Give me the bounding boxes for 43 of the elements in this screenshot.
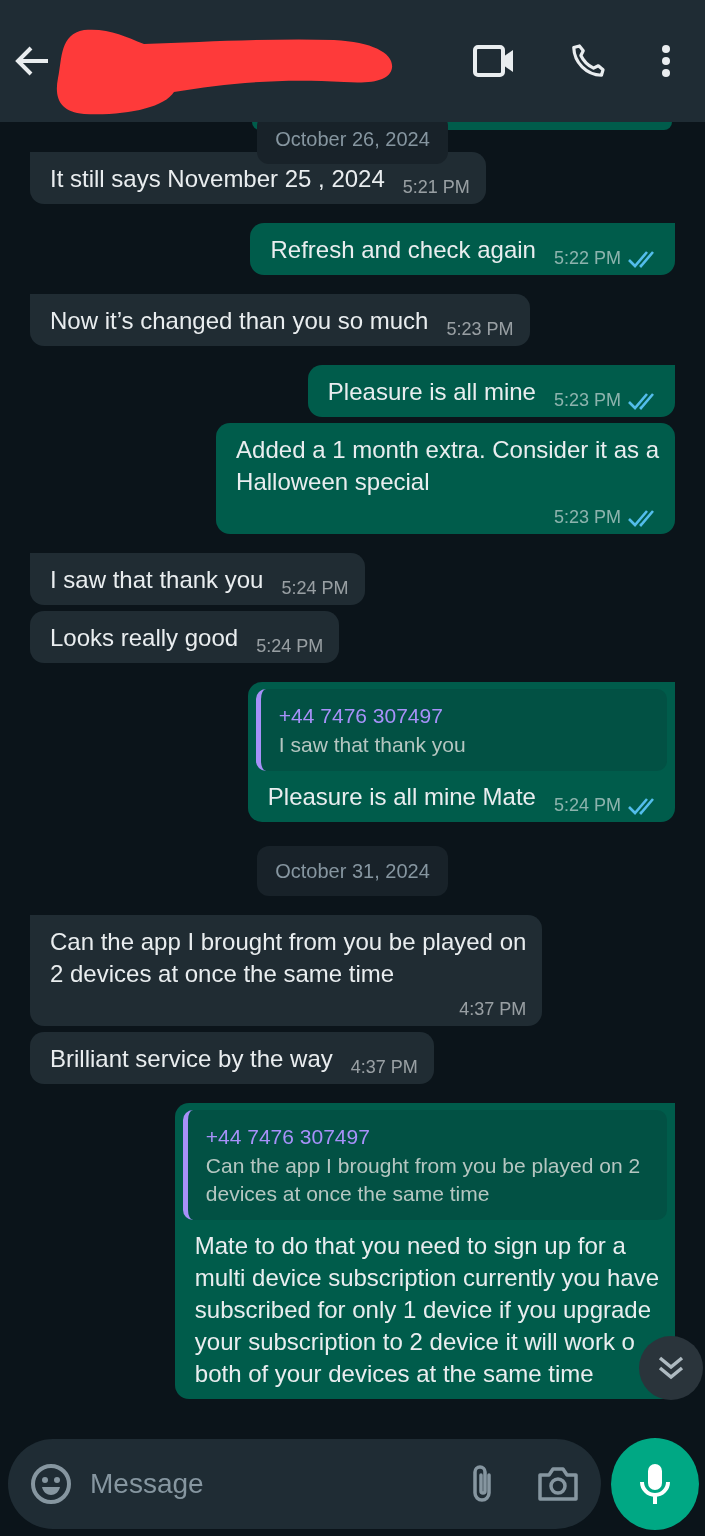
message-text: Pleasure is all mine [327,377,536,407]
menu-button[interactable] [661,44,671,78]
date-label: October 31, 2024 [257,846,448,896]
double-chevron-down-icon [657,1354,685,1382]
message-text: Added a 1 month extra. Consider it as a Halloween special [236,435,659,497]
voice-call-button[interactable] [569,42,607,80]
quote-author: +44 7476 307497 [205,1124,371,1150]
video-camera-icon [473,45,515,77]
message-time: 4:37 PM [459,998,527,1021]
date-label: October 26, 2024 [257,122,448,164]
quote-author: +44 7476 307497 [278,703,444,729]
microphone-icon [638,1462,672,1506]
message-time: 5:23 PM [553,506,621,529]
message-text: I saw that thank you [50,565,264,595]
message-text: Brilliant service by the way [50,1044,333,1074]
message-text: Looks really good [50,623,239,653]
message-time: 5:24 PM [553,794,621,817]
message-time: 5:23 PM [553,389,621,412]
message-time: 5:23 PM [446,318,514,341]
emoji-icon [30,1463,72,1505]
message-composer[interactable]: Message [8,1439,601,1529]
back-icon [14,45,50,77]
quoted-message[interactable]: +44 7476 307497 I saw that thank you [255,689,667,771]
quote-text: I saw that thank you [278,732,467,758]
message-time: 5:24 PM [256,635,324,658]
message-text: Now it’s changed than you so much [50,306,429,336]
video-call-button[interactable] [473,45,515,77]
more-options-icon [661,44,671,78]
message-text: Can the app I brought from you be played on 2 devices at once the same time [50,927,527,989]
message-text: It still says November 25 , 2024 [50,164,385,194]
message-text: Refresh and check again [270,235,536,265]
message-time: 4:37 PM [350,1056,418,1079]
message-time: 5:22 PM [553,247,621,270]
message-text: Pleasure is all mine Mate [267,782,536,812]
message-time: 5:24 PM [281,577,349,600]
quoted-message[interactable]: +44 7476 307497 Can the app I brought from you be played on 2 devices at once the same time [182,1110,667,1220]
phone-icon [569,42,607,80]
camera-icon[interactable] [537,1466,579,1502]
quote-text: Can the app I brought from you be played on 2 devices at once the same time [205,1153,642,1207]
back-button[interactable] [14,45,50,77]
message-text: Mate to do that you need to sign up for a multi device subscription currently you have subscribed for only 1 device if you upgrade your subscription to 2 device it will work o both of your devices at the same time [194,1231,659,1389]
message-time: 5:21 PM [402,176,470,199]
message-field[interactable]: Message [88,1462,453,1506]
